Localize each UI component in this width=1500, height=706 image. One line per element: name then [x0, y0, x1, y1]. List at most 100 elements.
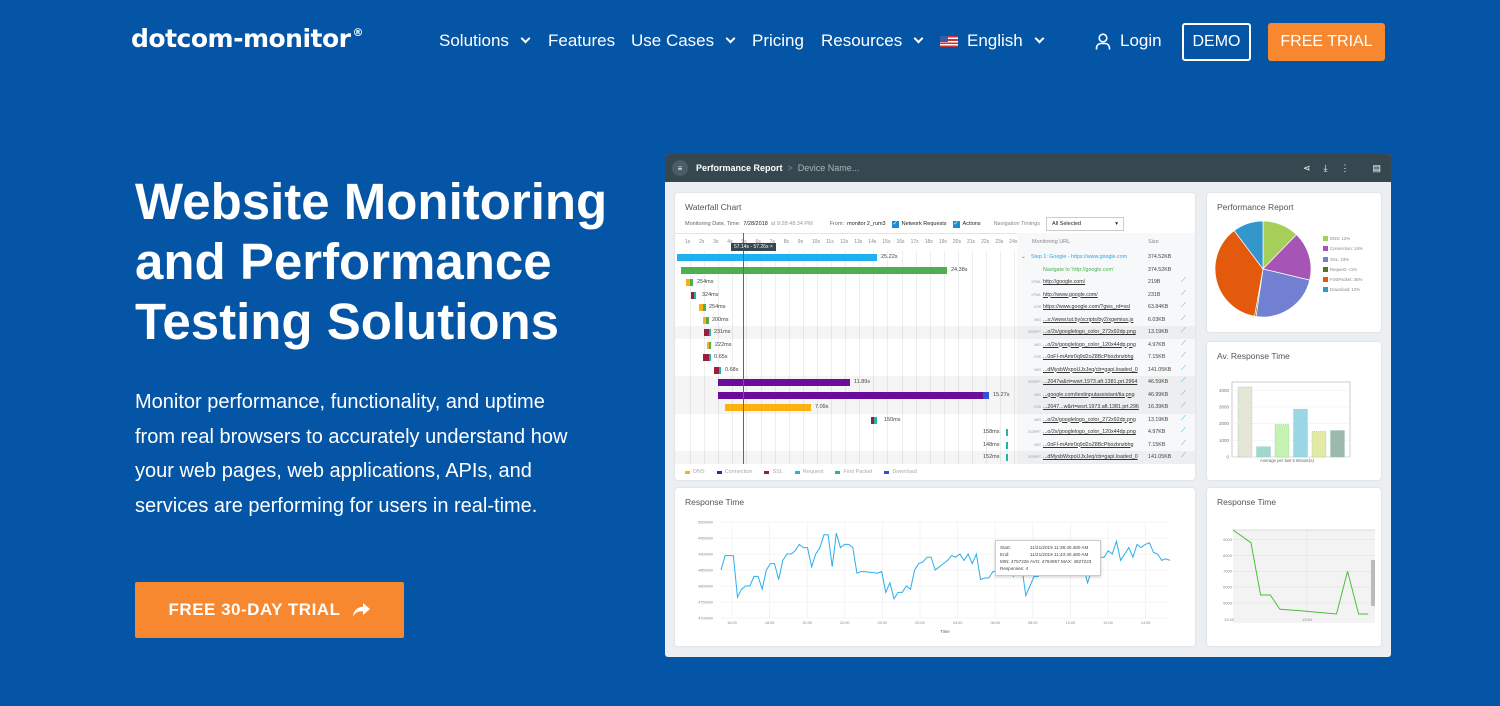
legend-label: DNS: 12%	[1330, 236, 1351, 241]
network-requests-checkbox[interactable]: ✓	[891, 220, 899, 228]
resource-type: CSS	[1033, 405, 1041, 409]
waterfall-row[interactable]: 11.89s SCRIPT ...2047w&rt=wsrt.1973.aft.13…	[675, 376, 1195, 389]
legend-label: First Packet	[843, 469, 873, 475]
trend-icon[interactable]: ⟋	[1181, 402, 1186, 410]
free-trial-button[interactable]: FREE TRIAL	[1268, 23, 1385, 61]
resource-url[interactable]: http://www.google.com/	[1043, 292, 1148, 298]
waterfall-row[interactable]: 324ms HTML http://www.google.com/231B ⟋	[675, 289, 1195, 302]
time-cursor[interactable]	[743, 233, 744, 464]
response-time-line-chart: 4700000 4750000 4800000 4850000 4900000 49500…	[698, 521, 1171, 634]
resource-url[interactable]: ...s://www.tut.by/scripts/by2/xgemius.js	[1043, 317, 1148, 323]
registered-mark: ®	[352, 26, 364, 39]
from-label: From:	[829, 221, 845, 227]
resource-url[interactable]: ...o/2x/googlelogo_color_272x92dp.png	[1043, 329, 1148, 335]
resource-url[interactable]: Navigate to 'http://google.com'	[1043, 267, 1148, 273]
demo-button[interactable]: DEMO	[1182, 23, 1251, 61]
resource-size: 374.52KB	[1148, 254, 1172, 260]
legend-swatch	[1323, 246, 1328, 252]
resource-url[interactable]: Step 1: Google - https://www.google.com	[1031, 254, 1136, 260]
trend-icon[interactable]: ⟋	[1181, 315, 1186, 323]
login-link[interactable]: Login	[1095, 31, 1162, 51]
legend-swatch	[1323, 287, 1328, 293]
lead-line: from real browsers to accurately underst…	[135, 425, 568, 448]
timing-bar	[694, 291, 696, 299]
duration-label: 254ms	[709, 304, 726, 310]
legend-swatch	[794, 470, 800, 474]
waterfall-row[interactable]: 7.09s CSS ...2047...w&rt=wsrt.1973.aft.138…	[675, 401, 1195, 414]
waterfall-row[interactable]: 152ms SCRIPT ...dMysbWxpoUJxJeq/cb=gapi.lo…	[675, 451, 1195, 464]
waterfall-row[interactable]: 148ms IMG ...0oFI-mAmr0q9d2oZ8BcPbozbnzbhg…	[675, 439, 1195, 452]
waterfall-row[interactable]: 231ms SCRIPT ...o/2x/googlelogo_color_272x…	[675, 326, 1195, 339]
nav-solutions[interactable]: Solutions	[439, 31, 531, 51]
duration-label: 11.89s	[854, 379, 871, 385]
trend-icon[interactable]: ⟋	[1181, 377, 1186, 385]
trend-icon[interactable]: ⟋	[1181, 452, 1186, 460]
menu-icon[interactable]: ≡	[672, 160, 688, 176]
resource-size: 13.19KB	[1148, 329, 1169, 335]
trend-icon[interactable]: ⟋	[1181, 290, 1186, 298]
download-icon[interactable]: ⤓	[1324, 163, 1328, 174]
card-title: Response Time	[1217, 497, 1277, 507]
waterfall-row[interactable]: 15.27s IMG ...google.com/textinputassistan…	[675, 388, 1195, 401]
card-title: Av. Response Time	[1217, 351, 1290, 361]
x-tick-label: 20:00	[802, 621, 812, 625]
nav-use-cases[interactable]: Use Cases	[631, 31, 736, 51]
resource-url[interactable]: ...2047...w&rt=wsrt.1973.aft.1381.prt.29…	[1043, 404, 1148, 410]
trend-icon[interactable]: ⟋	[1181, 390, 1186, 398]
trend-icon[interactable]: ⟋	[1181, 427, 1186, 435]
waterfall-row[interactable]: 0.65s CSS ...0oFI-mAmr0q9d2oZ8BcPbozbnzbhg…	[675, 351, 1195, 364]
plot-area	[1233, 530, 1375, 623]
resource-url[interactable]: ...0oFI-mAmr0q9d2oZ8BcPbozbnzbhg	[1043, 442, 1148, 448]
duration-label: 24.38s	[951, 266, 968, 273]
navigation-timings-select[interactable]: All Selected ▾	[1046, 217, 1125, 231]
share-icon[interactable]: ⋖	[1303, 163, 1311, 174]
lead-line: services are performing for users in rea…	[135, 494, 538, 517]
waterfall-row[interactable]: 0.68s IMG ...dMysbWxpoUJxJeq/cb=gapi.loade…	[675, 364, 1195, 377]
expand-chevron-icon[interactable]: ⌄	[1021, 254, 1026, 260]
chat-icon[interactable]: ▤	[1372, 163, 1381, 174]
trend-icon[interactable]: ⟋	[1181, 277, 1186, 285]
more-icon[interactable]: ⋮	[1340, 163, 1349, 174]
trend-icon[interactable]: ⟋	[1181, 302, 1186, 310]
tick-label: 20s	[952, 239, 961, 245]
trend-icon[interactable]: ⟋	[1181, 440, 1186, 448]
nav-pricing[interactable]: Pricing	[752, 31, 804, 51]
trend-icon[interactable]: ⟋	[1181, 327, 1186, 335]
resource-url[interactable]: ...dMysbWxpoUJxJeq/cb=gapi.loaded_0	[1043, 367, 1148, 373]
resource-size: 63.84KB	[1148, 304, 1169, 310]
chevron-down-icon	[520, 33, 531, 43]
trend-icon[interactable]: ⟋	[1181, 415, 1186, 423]
trend-icon[interactable]: ⟋	[1181, 340, 1186, 348]
waterfall-row[interactable]: 254ms HTML http://google.com/219B ⟋	[675, 276, 1195, 289]
actions-checkbox[interactable]: ✓	[952, 220, 960, 228]
resource-url[interactable]: ...0oFI-mAmr0q9d2oZ8BcPbozbnzbhg	[1043, 354, 1148, 360]
free-30-day-trial-button[interactable]: FREE 30-DAY TRIAL	[135, 582, 404, 638]
language-selector[interactable]: English	[940, 31, 1045, 51]
resource-url[interactable]: ...google.com/textinputassistant/tia.png	[1043, 392, 1148, 398]
nav-features[interactable]: Features	[548, 31, 615, 51]
resource-url[interactable]: ...2047w&rt=wsrt.1973.aft.1381.prt.2964	[1043, 379, 1148, 385]
waterfall-row[interactable]: 150ms IMG ...o/2x/googlelogo_color_272x92d…	[675, 414, 1195, 427]
resource-url[interactable]: ...dMysbWxpoUJxJeq/cb=gapi.loaded_0	[1043, 454, 1148, 460]
y-tick-label: 0	[1226, 455, 1229, 460]
resource-url[interactable]: https://www.google.com/?gws_rd=ssl	[1043, 304, 1148, 310]
resource-url[interactable]: ...o/2x/googlelogo_color_120x44dp.png	[1043, 429, 1148, 435]
waterfall-row[interactable]: 24.38s Navigate to 'http://google.com' 374…	[675, 264, 1195, 277]
resource-url[interactable]: ...o/2x/googlelogo_color_272x92dp.png	[1043, 417, 1148, 423]
duration-label: 158ms	[983, 429, 1000, 435]
resource-url[interactable]: ...o/2x/googlelogo_color_120x44dp.png	[1043, 342, 1148, 348]
avg-response-card: Av. Response Time 0 1000 2000 3000 4000 Avera…	[1207, 342, 1381, 480]
waterfall-row[interactable]: 25.22s Step 1: Google - https://www.googl…	[675, 251, 1195, 264]
logo[interactable]: dotcom-monitor ®	[131, 24, 363, 53]
caret-down-icon: ▾	[1115, 221, 1119, 227]
waterfall-row[interactable]: 158ms SCRIPT ...o/2x/googlelogo_color_120x…	[675, 426, 1195, 439]
waterfall-row[interactable]: 254ms CSS https://www.google.com/?gws_rd=s…	[675, 301, 1195, 314]
trend-icon[interactable]: ⟋	[1181, 365, 1186, 373]
waterfall-legend: DNS Connection SSL Request First Packet Downl…	[685, 469, 917, 475]
waterfall-row[interactable]: 200ms IMG ...s://www.tut.by/scripts/by2/xg…	[675, 314, 1195, 327]
waterfall-row[interactable]: 222ms IMG ...o/2x/googlelogo_color_120x44d…	[675, 339, 1195, 352]
device-name[interactable]: Device Name...	[798, 163, 860, 173]
resource-url[interactable]: http://google.com/	[1043, 279, 1148, 285]
nav-resources[interactable]: Resources	[821, 31, 924, 51]
trend-icon[interactable]: ⟋	[1181, 352, 1186, 360]
